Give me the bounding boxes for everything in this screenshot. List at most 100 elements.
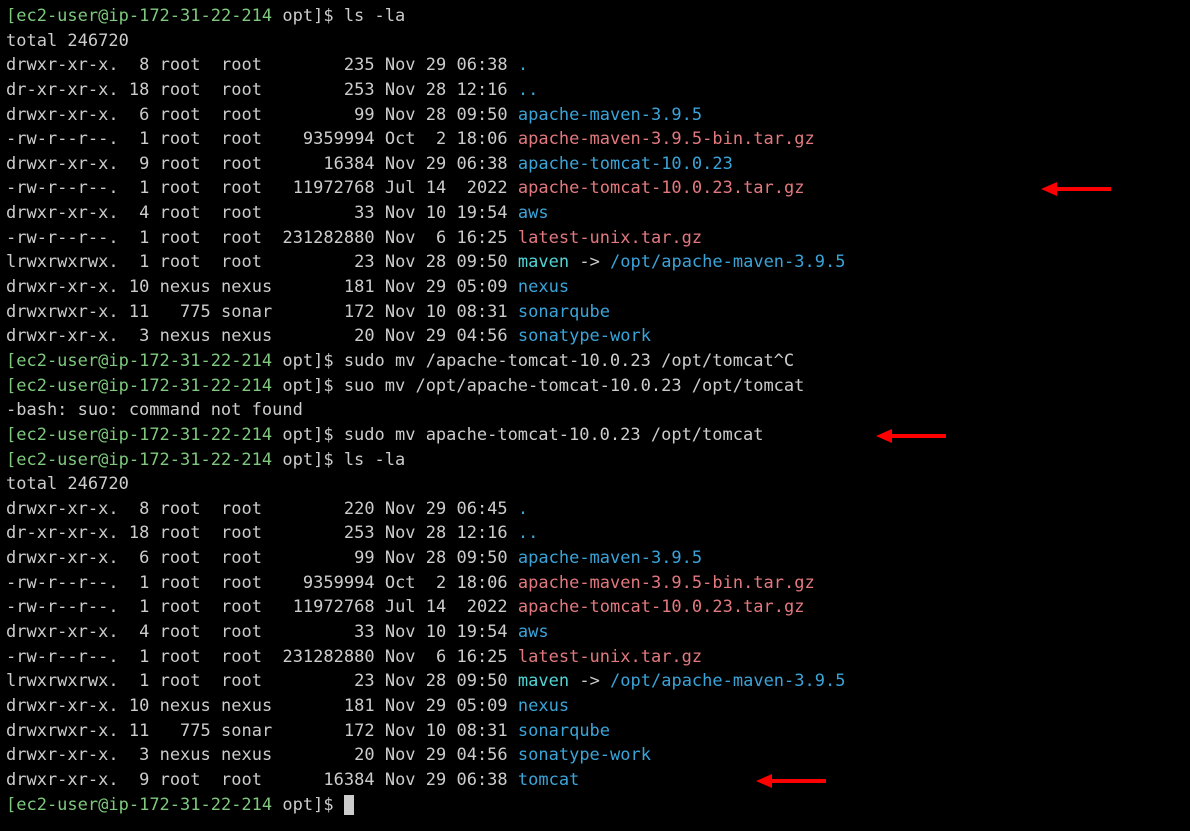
prompt-cwd: opt] [272, 6, 323, 26]
ls-row: lrwxrwxrwx. 1 root root 23 Nov 28 09:50 … [6, 669, 1184, 694]
file-name: apache-maven-3.9.5-bin.tar.gz [518, 573, 815, 593]
owner: root [160, 80, 211, 100]
date: Nov 6 16:25 [385, 647, 508, 667]
owner: root [160, 647, 211, 667]
group: sonar [221, 302, 272, 322]
date: Oct 2 18:06 [385, 573, 508, 593]
nlink: 11 [129, 721, 149, 741]
ls-row: dr-xr-xr-x. 18 root root 253 Nov 28 12:1… [6, 521, 1184, 546]
owner: root [160, 548, 211, 568]
size: 231282880 [282, 228, 374, 248]
perm: drwxr-xr-x. [6, 326, 119, 346]
prompt-sep: $ [323, 450, 343, 470]
owner: root [160, 671, 211, 691]
ls-row: drwxr-xr-x. 4 root root 33 Nov 10 19:54 … [6, 620, 1184, 645]
group: root [221, 499, 272, 519]
symlink-target: /opt/apache-maven-3.9.5 [610, 671, 845, 691]
perm: drwxr-xr-x. [6, 745, 119, 765]
nlink: 8 [129, 499, 149, 519]
owner: nexus [160, 696, 211, 716]
group: nexus [221, 696, 272, 716]
prompt-at: @ [98, 376, 108, 396]
perm: -rw-r--r--. [6, 178, 119, 198]
size: 16384 [282, 154, 374, 174]
prompt-cwd: opt] [272, 425, 323, 445]
cmd-text: ls -la [344, 450, 405, 470]
date: Nov 29 04:56 [385, 326, 508, 346]
perm: drwxr-xr-x. [6, 770, 119, 790]
file-name: sonarqube [518, 302, 610, 322]
prompt-user: [ec2-user [6, 351, 98, 371]
size: 235 [282, 55, 374, 75]
perm: lrwxrwxrwx. [6, 671, 119, 691]
prompt-host: ip-172-31-22-214 [108, 351, 272, 371]
prompt-sep: $ [323, 6, 343, 26]
total-line: total 246720 [6, 472, 1184, 497]
nlink: 4 [129, 622, 149, 642]
group: root [221, 154, 272, 174]
date: Nov 6 16:25 [385, 228, 508, 248]
nlink: 1 [129, 228, 149, 248]
size: 33 [282, 622, 374, 642]
group: root [221, 80, 272, 100]
group: root [221, 647, 272, 667]
cursor[interactable] [344, 795, 354, 815]
ls-row: drwxr-xr-x. 9 root root 16384 Nov 29 06:… [6, 152, 1184, 177]
file-name: .. [518, 80, 538, 100]
owner: root [160, 178, 211, 198]
prompt-user: [ec2-user [6, 450, 98, 470]
file-name: apache-maven-3.9.5-bin.tar.gz [518, 129, 815, 149]
annotation-arrow-icon [1041, 180, 1111, 206]
nlink: 1 [129, 129, 149, 149]
date: Nov 28 09:50 [385, 252, 508, 272]
group: root [221, 55, 272, 75]
nlink: 9 [129, 154, 149, 174]
date: Nov 29 06:38 [385, 55, 508, 75]
terminal-output[interactable]: [ec2-user@ip-172-31-22-214 opt]$ ls -lat… [0, 0, 1190, 821]
owner: root [160, 55, 211, 75]
date: Nov 29 06:38 [385, 770, 508, 790]
perm: drwxr-xr-x. [6, 277, 119, 297]
arrow-text: -> [569, 671, 610, 691]
size: 253 [282, 80, 374, 100]
owner: root [160, 228, 211, 248]
file-name: nexus [518, 696, 569, 716]
size: 172 [282, 721, 374, 741]
group: sonar [221, 721, 272, 741]
owner: 775 [160, 302, 211, 322]
file-name: sonatype-work [518, 745, 651, 765]
nlink: 10 [129, 696, 149, 716]
nlink: 1 [129, 647, 149, 667]
date: Nov 10 19:54 [385, 203, 508, 223]
date: Nov 28 12:16 [385, 523, 508, 543]
perm: -rw-r--r--. [6, 129, 119, 149]
date: Jul 14 2022 [385, 597, 508, 617]
group: nexus [221, 745, 272, 765]
cmd-line: [ec2-user@ip-172-31-22-214 opt]$ suo mv … [6, 374, 1184, 399]
prompt-at: @ [98, 351, 108, 371]
group: root [221, 523, 272, 543]
group: root [221, 105, 272, 125]
date: Nov 10 08:31 [385, 302, 508, 322]
symlink-target: /opt/apache-maven-3.9.5 [610, 252, 845, 272]
cmd-line[interactable]: [ec2-user@ip-172-31-22-214 opt]$ [6, 793, 1184, 818]
nlink: 18 [129, 523, 149, 543]
file-name: latest-unix.tar.gz [518, 647, 702, 667]
nlink: 6 [129, 105, 149, 125]
group: root [221, 178, 272, 198]
file-name: .. [518, 523, 538, 543]
nlink: 1 [129, 178, 149, 198]
date: Jul 14 2022 [385, 178, 508, 198]
ls-row: -rw-r--r--. 1 root root 9359994 Oct 2 18… [6, 127, 1184, 152]
perm: dr-xr-xr-x. [6, 523, 119, 543]
ls-row: -rw-r--r--. 1 root root 231282880 Nov 6 … [6, 226, 1184, 251]
size: 220 [282, 499, 374, 519]
error-line: -bash: suo: command not found [6, 398, 1184, 423]
group: nexus [221, 277, 272, 297]
file-name: latest-unix.tar.gz [518, 228, 702, 248]
prompt-cwd: opt] [272, 450, 323, 470]
file-name: . [518, 55, 528, 75]
nlink: 1 [129, 252, 149, 272]
perm: drwxr-xr-x. [6, 548, 119, 568]
size: 20 [282, 326, 374, 346]
